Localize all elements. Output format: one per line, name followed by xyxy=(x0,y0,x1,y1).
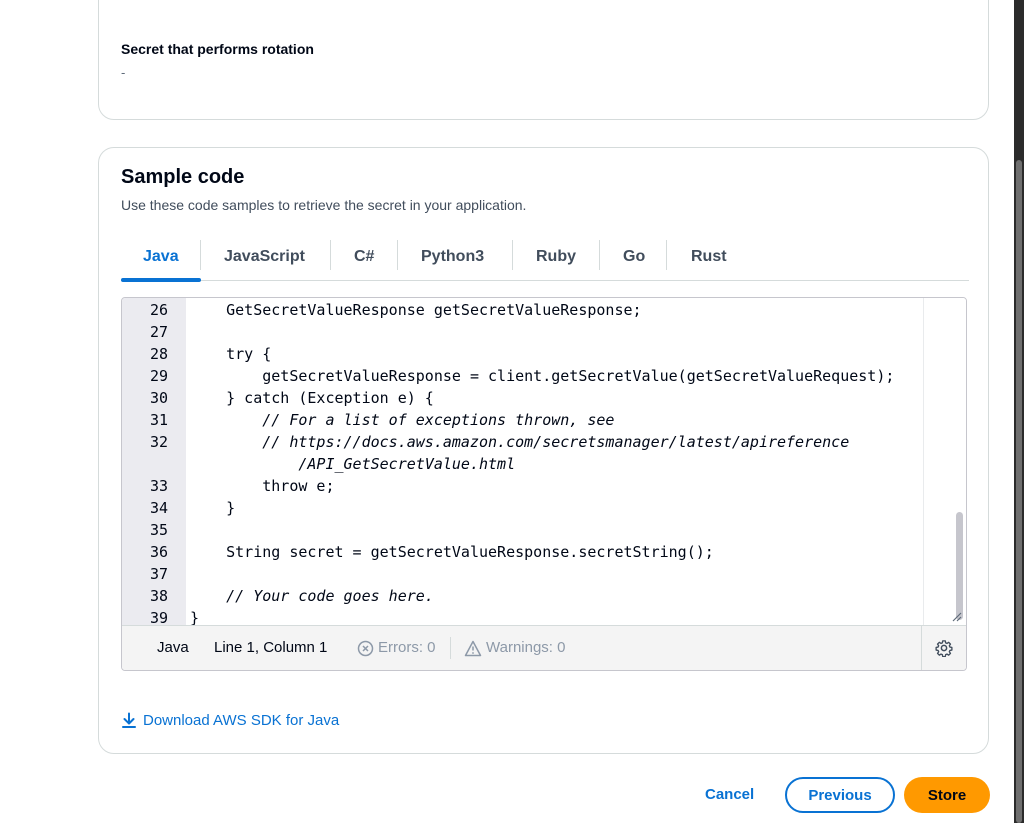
code-editor[interactable]: 26 GetSecretValueResponse getSecretValue… xyxy=(121,297,967,671)
code-line: 38 // Your code goes here. xyxy=(122,585,926,607)
code-line: 35 xyxy=(122,519,926,541)
rotation-secret-label: Secret that performs rotation xyxy=(121,41,314,57)
tab-go[interactable]: Go xyxy=(600,234,667,280)
code-line: 34 } xyxy=(122,497,926,519)
line-number: 34 xyxy=(149,499,168,517)
code-text: getSecretValueResponse = client.getSecre… xyxy=(190,367,895,385)
tab-javascript[interactable]: JavaScript xyxy=(201,234,331,280)
code-text: GetSecretValueResponse getSecretValueRes… xyxy=(190,301,642,319)
line-number: 28 xyxy=(149,345,168,363)
status-divider xyxy=(450,637,451,659)
line-number: 37 xyxy=(149,565,168,583)
status-warnings-text: Warnings: 0 xyxy=(486,639,566,656)
code-line: 33 throw e; xyxy=(122,475,926,497)
status-warnings[interactable]: Warnings: 0 xyxy=(464,626,565,670)
language-tabs: Java JavaScript C# Python3 Ruby Go Rust xyxy=(121,234,969,282)
line-number: 32 xyxy=(149,433,168,451)
code-comment: // https://docs.aws.amazon.com/secretsma… xyxy=(190,433,850,451)
line-number: 33 xyxy=(149,477,168,495)
code-line: 26 GetSecretValueResponse getSecretValue… xyxy=(122,299,926,321)
code-line: 37 xyxy=(122,563,926,585)
store-button[interactable]: Store xyxy=(904,777,990,813)
code-line: 29 getSecretValueResponse = client.getSe… xyxy=(122,365,926,387)
sample-code-description: Use these code samples to retrieve the s… xyxy=(121,197,527,213)
tab-rust[interactable]: Rust xyxy=(667,234,747,280)
line-number: 27 xyxy=(149,323,168,341)
warning-icon xyxy=(464,640,482,656)
editor-status-bar: Java Line 1, Column 1 Errors: 0 Warnings… xyxy=(122,625,966,670)
tab-java-label: Java xyxy=(143,248,179,265)
status-cursor-position: Line 1, Column 1 xyxy=(214,639,328,656)
tab-csharp[interactable]: C# xyxy=(331,234,398,280)
previous-button[interactable]: Previous xyxy=(785,777,895,813)
tab-python3[interactable]: Python3 xyxy=(398,234,513,280)
rotation-secret-value: - xyxy=(121,65,126,80)
status-errors[interactable]: Errors: 0 xyxy=(357,626,436,670)
code-text: try { xyxy=(190,345,272,363)
code-text: throw e; xyxy=(190,477,335,495)
code-text: } catch (Exception e) { xyxy=(190,389,434,407)
download-sdk-link-text: Download AWS SDK for Java xyxy=(143,712,340,729)
code-area[interactable]: 26 GetSecretValueResponse getSecretValue… xyxy=(122,298,966,627)
tab-java[interactable]: Java xyxy=(121,234,201,282)
sample-code-title: Sample code xyxy=(121,166,245,188)
error-icon xyxy=(357,640,374,656)
line-number: 31 xyxy=(149,411,168,429)
page-scrollbar[interactable] xyxy=(1014,0,1024,823)
tab-python3-label: Python3 xyxy=(421,248,485,265)
rotation-card: Secret that performs rotation - xyxy=(98,0,989,120)
status-errors-text: Errors: 0 xyxy=(378,639,436,656)
code-text: String secret = getSecretValueResponse.s… xyxy=(190,543,714,561)
tab-javascript-label: JavaScript xyxy=(224,248,305,265)
cancel-button[interactable]: Cancel xyxy=(705,777,754,813)
code-comment: /API_GetSecretValue.html xyxy=(190,455,516,473)
tab-ruby-label: Ruby xyxy=(536,248,576,265)
download-sdk-link[interactable]: Download AWS SDK for Java xyxy=(121,712,339,729)
code-line: 27 xyxy=(122,321,926,343)
sample-code-card: Sample code Use these code samples to re… xyxy=(98,147,989,754)
line-number: 38 xyxy=(149,587,168,605)
code-comment: // Your code goes here. xyxy=(190,587,434,605)
code-line: 28 try { xyxy=(122,343,926,365)
status-language: Java xyxy=(157,639,189,656)
line-number: 36 xyxy=(149,543,168,561)
line-number: 26 xyxy=(149,301,168,319)
editor-settings-button[interactable] xyxy=(921,626,966,670)
line-number: 35 xyxy=(149,521,168,539)
tab-rust-label: Rust xyxy=(691,248,727,265)
download-icon xyxy=(122,712,136,728)
resize-handle-icon[interactable] xyxy=(950,610,962,622)
code-line: /API_GetSecretValue.html xyxy=(122,453,926,475)
tab-ruby[interactable]: Ruby xyxy=(513,234,600,280)
gear-icon xyxy=(935,640,953,657)
line-number: 30 xyxy=(149,389,168,407)
page-scrollbar-thumb[interactable] xyxy=(1016,160,1022,823)
code-line: 32 // https://docs.aws.amazon.com/secret… xyxy=(122,431,926,453)
tab-csharp-label: C# xyxy=(354,248,375,265)
code-line: 30 } catch (Exception e) { xyxy=(122,387,926,409)
code-text: } xyxy=(190,499,236,517)
tab-go-label: Go xyxy=(623,248,646,265)
editor-scrollbar-thumb[interactable] xyxy=(956,512,963,620)
code-line: 36 String secret = getSecretValueRespons… xyxy=(122,541,926,563)
code-comment: // For a list of exceptions thrown, see xyxy=(190,411,615,429)
editor-scrollbar[interactable] xyxy=(923,298,966,626)
code-line: 31 // For a list of exceptions thrown, s… xyxy=(122,409,926,431)
line-number: 29 xyxy=(149,367,168,385)
